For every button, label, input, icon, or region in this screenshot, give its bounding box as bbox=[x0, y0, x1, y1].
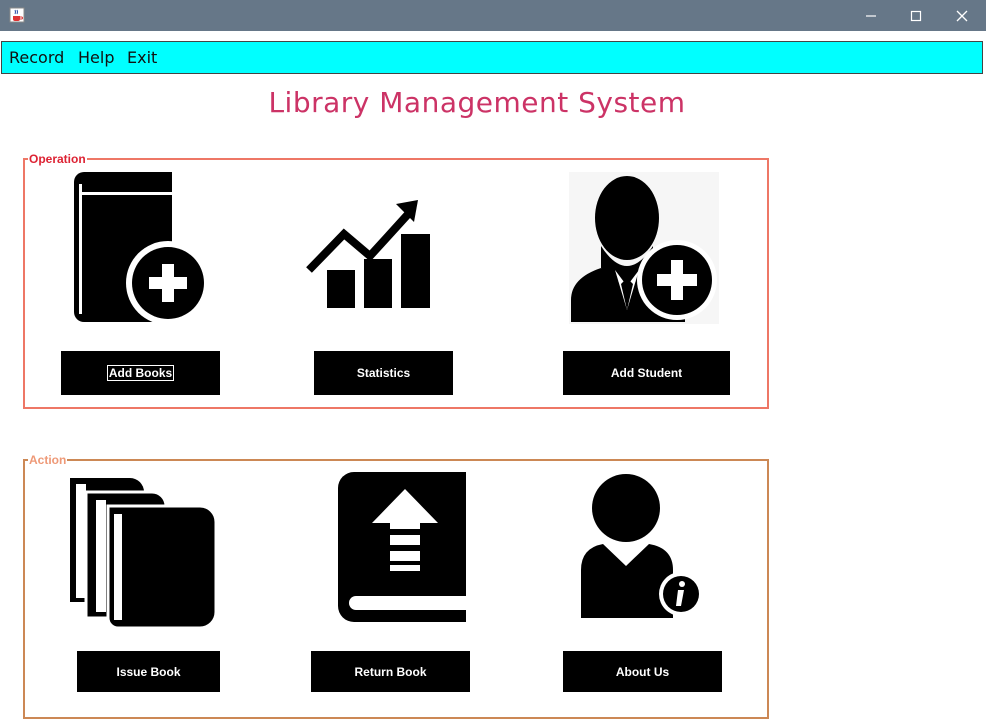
issue-book-icon bbox=[64, 476, 218, 630]
issue-book-label: Issue Book bbox=[116, 664, 181, 679]
page-title: Library Management System bbox=[268, 86, 686, 119]
minimize-icon bbox=[866, 14, 876, 17]
minimize-button[interactable] bbox=[848, 0, 894, 31]
window-titlebar bbox=[0, 0, 986, 31]
close-button[interactable] bbox=[939, 0, 985, 31]
return-book-button[interactable]: Return Book bbox=[311, 651, 470, 692]
about-us-label: About Us bbox=[615, 664, 670, 679]
menu-bar: Record Help Exit bbox=[1, 41, 983, 74]
add-books-button[interactable]: Add Books bbox=[61, 351, 220, 395]
about-us-icon bbox=[579, 474, 705, 620]
add-books-label: Add Books bbox=[106, 365, 175, 381]
menu-help[interactable]: Help bbox=[78, 48, 114, 67]
return-book-label: Return Book bbox=[354, 664, 427, 679]
statistics-label: Statistics bbox=[356, 366, 411, 380]
statistics-button[interactable]: Statistics bbox=[314, 351, 453, 395]
about-us-button[interactable]: About Us bbox=[563, 651, 722, 692]
action-legend: Action bbox=[28, 453, 68, 467]
statistics-icon bbox=[306, 198, 432, 310]
issue-book-button[interactable]: Issue Book bbox=[77, 651, 220, 692]
java-cup-icon bbox=[9, 7, 25, 23]
maximize-icon bbox=[910, 10, 922, 21]
maximize-button[interactable] bbox=[893, 0, 939, 31]
add-student-icon bbox=[569, 172, 719, 324]
operation-legend: Operation bbox=[28, 152, 87, 166]
menu-record[interactable]: Record bbox=[9, 48, 64, 67]
add-student-button[interactable]: Add Student bbox=[563, 351, 730, 395]
add-book-icon bbox=[74, 170, 208, 324]
close-icon bbox=[956, 10, 968, 21]
menu-exit[interactable]: Exit bbox=[127, 48, 157, 67]
return-book-icon bbox=[338, 471, 468, 623]
add-student-label: Add Student bbox=[610, 366, 683, 380]
